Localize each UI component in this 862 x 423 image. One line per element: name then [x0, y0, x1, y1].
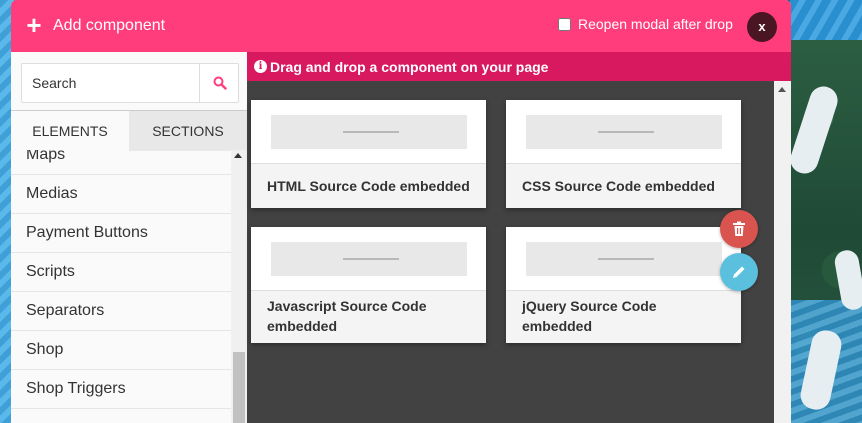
close-button[interactable]: x — [747, 12, 777, 42]
component-card-html[interactable]: HTML Source Code embedded — [251, 100, 486, 208]
component-card-javascript[interactable]: Javascript Source Code embedded — [251, 227, 486, 343]
reopen-modal-option[interactable]: Reopen modal after drop — [558, 16, 733, 32]
info-text: Drag and drop a component on your page — [270, 59, 549, 75]
category-item-scripts[interactable]: Scripts — [11, 253, 231, 292]
info-bar: i Drag and drop a component on your page — [247, 52, 791, 81]
modal-header: + Add component Reopen modal after drop … — [11, 0, 791, 52]
add-component-modal: + Add component Reopen modal after drop … — [11, 0, 791, 423]
category-item-payment-buttons[interactable]: Payment Buttons — [11, 214, 231, 253]
component-preview — [506, 100, 741, 164]
category-list: Maps Medias Payment Buttons Scripts Sepa… — [11, 150, 231, 423]
background-top-right — [790, 0, 862, 40]
info-icon: i — [254, 60, 267, 73]
component-grid-scrollbar[interactable] — [774, 81, 791, 423]
component-preview — [506, 227, 741, 291]
component-card-jquery[interactable]: jQuery Source Code embedded — [506, 227, 741, 343]
category-item-shop-triggers[interactable]: Shop Triggers — [11, 370, 231, 409]
component-card-css[interactable]: CSS Source Code embedded — [506, 100, 741, 208]
search-icon — [213, 76, 227, 90]
scroll-up-arrow-icon[interactable] — [778, 87, 786, 92]
tab-sections[interactable]: SECTIONS — [129, 111, 247, 151]
component-preview — [251, 100, 486, 164]
component-sidebar: ELEMENTS SECTIONS Maps Medias Payment Bu… — [11, 52, 247, 423]
component-title: Javascript Source Code embedded — [267, 298, 427, 334]
preview-thumbnail — [271, 115, 467, 149]
component-title: CSS Source Code embedded — [522, 178, 715, 194]
reopen-modal-label: Reopen modal after drop — [578, 16, 733, 32]
component-title: HTML Source Code embedded — [267, 178, 470, 194]
category-item-maps[interactable]: Maps — [11, 150, 231, 175]
tab-elements[interactable]: ELEMENTS — [11, 111, 129, 151]
category-item-separators[interactable]: Separators — [11, 292, 231, 331]
edit-button[interactable] — [720, 253, 758, 291]
delete-button[interactable] — [720, 210, 758, 248]
scroll-up-arrow-icon[interactable] — [234, 153, 242, 158]
search-button[interactable] — [199, 64, 239, 102]
component-title: jQuery Source Code embedded — [522, 298, 657, 334]
modal-title: Add component — [53, 17, 166, 34]
search-box — [21, 63, 239, 103]
preview-thumbnail — [271, 242, 467, 276]
trash-icon — [733, 221, 745, 236]
preview-thumbnail — [526, 242, 722, 276]
sidebar-tabs: ELEMENTS SECTIONS — [11, 110, 247, 151]
category-item-medias[interactable]: Medias — [11, 175, 231, 214]
preview-thumbnail — [526, 115, 722, 149]
reopen-modal-checkbox[interactable] — [558, 17, 571, 31]
search-input[interactable] — [22, 64, 198, 102]
pencil-icon — [733, 266, 745, 278]
category-scrollbar[interactable] — [231, 150, 247, 423]
category-item-shop[interactable]: Shop — [11, 331, 231, 370]
scrollbar-thumb[interactable] — [233, 352, 245, 423]
plus-icon: + — [26, 10, 42, 40]
component-preview — [251, 227, 486, 291]
